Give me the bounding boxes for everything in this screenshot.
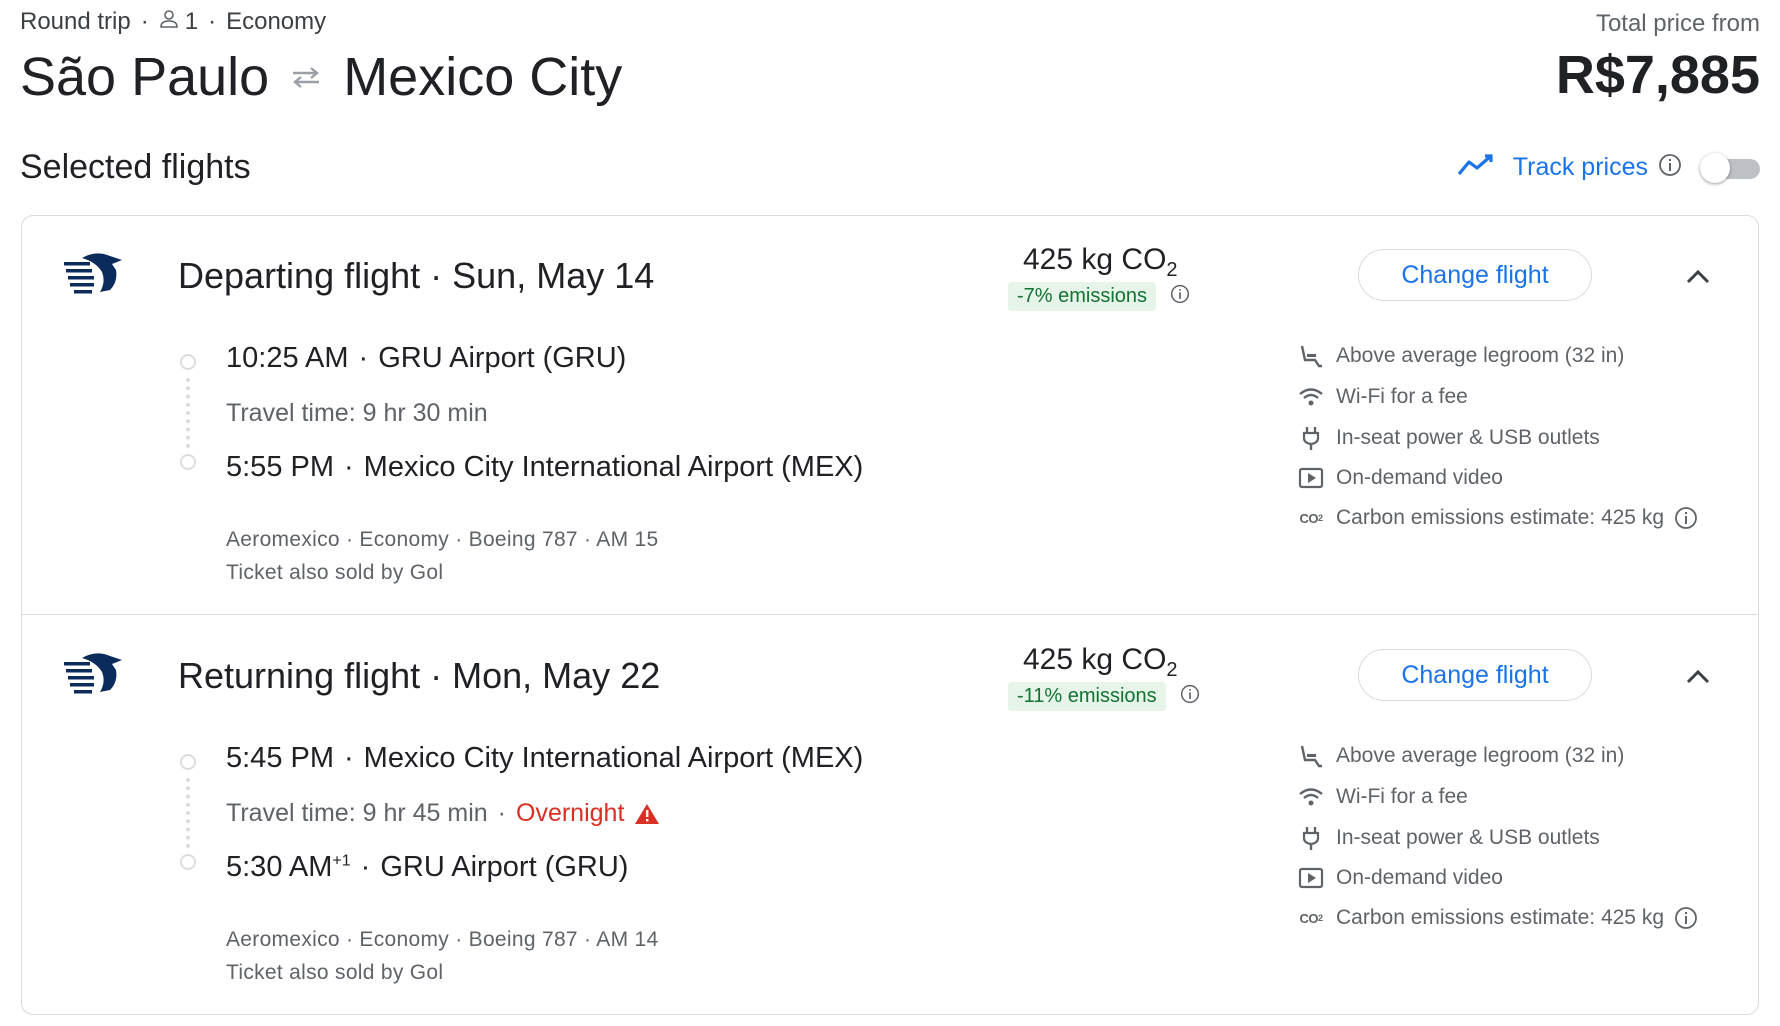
returning-date: Mon, May 22 [452, 655, 661, 696]
aeromexico-logo [62, 248, 124, 300]
departing-departure: 10:25 AM · GRU Airport (GRU) [226, 342, 627, 374]
amenity-video: On-demand video [1298, 465, 1503, 491]
info-icon[interactable] [1674, 506, 1698, 530]
swap-arrows-icon [289, 65, 323, 89]
departing-flight-details: Aeromexico · Economy · Boeing 787 · AM 1… [226, 528, 659, 551]
route-title: São Paulo Mexico City [20, 42, 622, 112]
selected-flights-card [21, 215, 1759, 1015]
info-icon[interactable] [1180, 684, 1200, 709]
returning-emissions: -11% emissions [1008, 682, 1200, 711]
co2-icon: CO 2 [1299, 510, 1323, 526]
amenity-carbon: CO 2 Carbon emissions estimate: 425 kg [1298, 505, 1698, 531]
video-play-icon [1298, 865, 1324, 891]
timeline-line [186, 778, 190, 848]
chevron-up-icon[interactable] [1683, 262, 1713, 292]
change-departing-flight-button[interactable]: Change flight [1358, 249, 1592, 301]
info-icon[interactable] [1658, 153, 1682, 182]
emissions-badge: -11% emissions [1008, 682, 1166, 711]
returning-travel-time: Travel time: 9 hr 45 min · Overnight [226, 799, 660, 828]
track-prices-toggle[interactable] [1700, 152, 1760, 183]
amenity-legroom: Above average legroom (32 in) [1298, 743, 1624, 769]
destination-city: Mexico City [343, 47, 623, 107]
returning-sold-by: Ticket also sold by Gol [226, 961, 444, 984]
amenity-carbon: CO 2 Carbon emissions estimate: 425 kg [1298, 905, 1698, 931]
amenity-wifi: Wi-Fi for a fee [1298, 784, 1468, 810]
amenity-power: In-seat power & USB outlets [1298, 825, 1600, 851]
seat-legroom-icon [1298, 743, 1324, 769]
arrival-stop-marker [180, 454, 196, 470]
video-play-icon [1298, 465, 1324, 491]
flight-divider [22, 614, 1758, 615]
emissions-badge: -7% emissions [1008, 282, 1157, 311]
departure-stop-marker [180, 754, 196, 770]
departing-date: Sun, May 14 [452, 255, 655, 296]
amenity-power: In-seat power & USB outlets [1298, 425, 1600, 451]
returning-flight-details: Aeromexico · Economy · Boeing 787 · AM 1… [226, 928, 659, 951]
trend-line-icon [1457, 152, 1497, 183]
co2-icon: CO 2 [1299, 910, 1323, 926]
departing-travel-time: Travel time: 9 hr 30 min [226, 399, 488, 427]
next-day-indicator: +1 [332, 852, 351, 870]
info-icon[interactable] [1170, 284, 1190, 309]
departure-stop-marker [180, 354, 196, 370]
returning-co2: 425 kg CO2 [1023, 643, 1178, 681]
total-price: R$7,885 [1555, 45, 1760, 105]
track-prices-label[interactable]: Track prices [1513, 153, 1648, 182]
departing-co2: 425 kg CO2 [1023, 243, 1178, 281]
person-icon [159, 8, 185, 36]
wifi-icon [1298, 784, 1324, 810]
track-prices: Track prices [1457, 152, 1760, 183]
amenity-legroom: Above average legroom (32 in) [1298, 343, 1624, 369]
cabin-class[interactable]: Economy [226, 8, 326, 36]
selected-flights-heading: Selected flights [20, 148, 251, 186]
seat-legroom-icon [1298, 343, 1324, 369]
change-returning-flight-button[interactable]: Change flight [1358, 649, 1592, 701]
trip-meta: Round trip · 1 · Economy [20, 8, 327, 36]
amenity-video: On-demand video [1298, 865, 1503, 891]
price-label: Total price from [1595, 10, 1760, 37]
departing-arrival: 5:55 PM · Mexico City International Airpor… [226, 451, 864, 483]
overnight-warning: Overnight [516, 799, 625, 827]
warning-triangle-icon [634, 803, 660, 825]
departing-flight-title: Departing flight · Sun, May 14 [178, 255, 655, 296]
arrival-stop-marker [180, 854, 196, 870]
returning-arrival: 5:30 AM+1 · GRU Airport (GRU) [226, 851, 629, 883]
timeline-line [186, 378, 190, 448]
departing-emissions: -7% emissions [1008, 282, 1190, 311]
info-icon[interactable] [1674, 906, 1698, 930]
power-plug-icon [1298, 825, 1324, 851]
chevron-up-icon[interactable] [1683, 662, 1713, 692]
departing-sold-by: Ticket also sold by Gol [226, 561, 444, 584]
trip-type[interactable]: Round trip [20, 8, 131, 36]
passenger-count[interactable]: 1 [185, 8, 198, 36]
wifi-icon [1298, 384, 1324, 410]
aeromexico-logo [62, 648, 124, 700]
returning-flight-title: Returning flight · Mon, May 22 [178, 655, 661, 696]
amenity-wifi: Wi-Fi for a fee [1298, 384, 1468, 410]
returning-departure: 5:45 PM · Mexico City International Airpor… [226, 742, 864, 774]
power-plug-icon [1298, 425, 1324, 451]
origin-city: São Paulo [20, 47, 270, 107]
